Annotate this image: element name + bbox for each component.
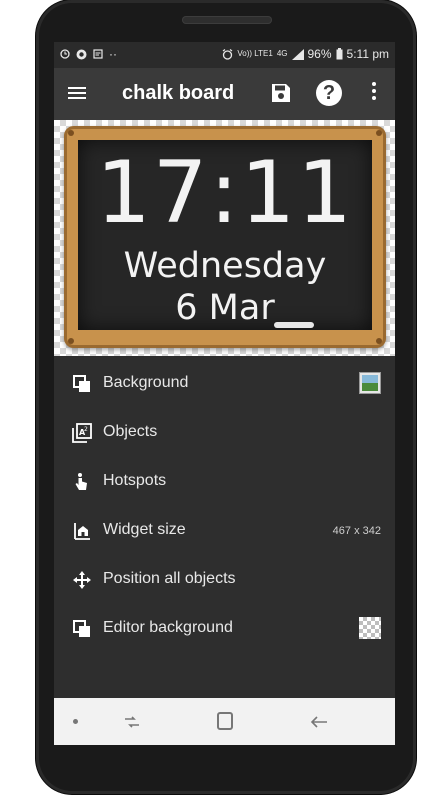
widget-preview[interactable]: 17:11 Wednesday 6 Mar — [54, 120, 395, 356]
svg-text:2: 2 — [84, 426, 88, 433]
navigation-bar — [54, 698, 395, 745]
widget-size-value: 467 x 342 — [332, 525, 381, 537]
screen: ·· Vo)) LTE1 4G 96% 5:11 pm chalk board … — [54, 42, 395, 745]
signal-icon — [291, 48, 304, 60]
home-icon[interactable] — [217, 712, 233, 730]
widget-size-icon — [74, 523, 90, 540]
menu-item-label: Objects — [103, 423, 158, 440]
app-bar: chalk board ? — [54, 68, 395, 120]
clock-day: Wednesday — [123, 246, 327, 286]
chalkboard-frame: 17:11 Wednesday 6 Mar — [64, 126, 386, 348]
status-dots: ·· — [109, 47, 117, 61]
menu-item-background[interactable]: Background — [54, 360, 395, 409]
battery-icon — [336, 48, 343, 60]
frame-bolt — [376, 130, 382, 136]
clock-date: 6 Mar — [175, 288, 275, 328]
checker-thumbnail — [359, 617, 381, 639]
menu-item-widget-size[interactable]: Widget size 467 x 342 — [54, 507, 395, 556]
background-icon — [73, 375, 90, 392]
app-title: chalk board — [122, 82, 235, 104]
menu-item-label: Background — [103, 374, 189, 391]
menu-item-editor-background[interactable]: Editor background — [54, 605, 395, 654]
objects-icon: A 2 — [72, 423, 92, 443]
status-time: 5:11 pm — [346, 47, 389, 61]
menu-item-position-all[interactable]: Position all objects — [54, 556, 395, 605]
chalk-piece — [274, 322, 314, 328]
menu-item-objects[interactable]: A 2 Objects — [54, 409, 395, 458]
menu-item-label: Editor background — [103, 619, 233, 636]
whatsapp-icon — [76, 49, 87, 59]
move-icon — [73, 571, 91, 589]
save-icon[interactable] — [270, 82, 292, 104]
frame-bolt — [376, 338, 382, 344]
alarm-icon — [60, 49, 70, 59]
hotspot-icon — [75, 473, 87, 490]
back-icon[interactable] — [309, 712, 329, 732]
menu-item-hotspots[interactable]: Hotspots — [54, 458, 395, 507]
battery-percent: 96% — [307, 47, 332, 61]
earpiece-speaker — [182, 16, 272, 24]
volte-label: Vo)) LTE1 — [237, 49, 273, 58]
frame-bolt — [68, 130, 74, 136]
nav-dot-icon — [73, 719, 78, 724]
alarm-clock-icon — [223, 48, 233, 60]
menu-item-label: Hotspots — [103, 472, 167, 489]
status-bar: ·· Vo)) LTE1 4G 96% 5:11 pm — [54, 42, 395, 68]
help-icon[interactable]: ? — [316, 80, 342, 106]
menu-item-label: Widget size — [103, 521, 186, 538]
notes-icon — [93, 49, 103, 59]
recents-icon[interactable] — [122, 712, 142, 732]
menu-item-label: Position all objects — [103, 570, 236, 587]
more-vert-icon[interactable] — [371, 82, 377, 104]
clock-time: 17:11 — [96, 143, 354, 243]
frame-bolt — [68, 338, 74, 344]
network-label: 4G — [276, 49, 288, 58]
image-thumbnail — [359, 372, 381, 394]
chalkboard: 17:11 Wednesday 6 Mar — [78, 140, 372, 330]
editor-background-icon — [73, 620, 90, 637]
menu-icon[interactable] — [68, 84, 90, 104]
settings-list: Background A 2 Objects Hotspots Widget s… — [54, 360, 395, 654]
